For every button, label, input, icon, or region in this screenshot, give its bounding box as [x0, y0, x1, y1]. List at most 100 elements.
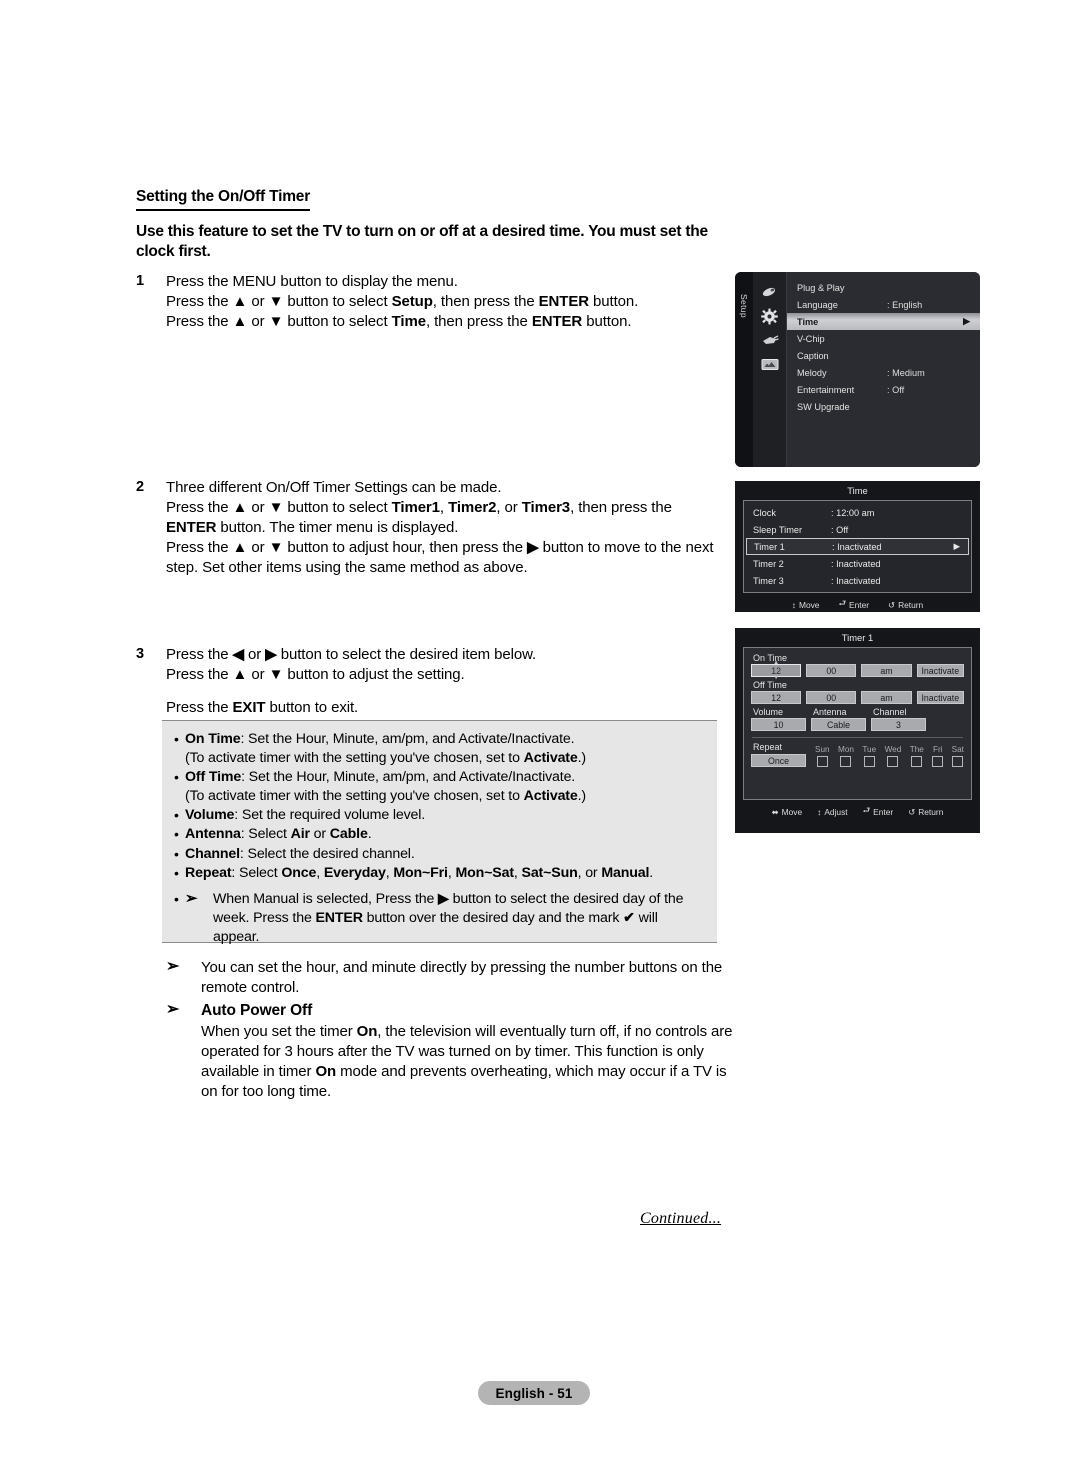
- osd-row-label: Timer 1: [754, 541, 785, 552]
- osd-row-timer-3[interactable]: Timer 3 : Inactivated: [744, 572, 971, 589]
- osd-footer-return: ↺ Return: [888, 600, 923, 610]
- osd-timer1-body: On Time ▲ 12 ▼ 00 am Inactivate Off Time…: [743, 647, 972, 800]
- chevron-right-icon: ▶: [963, 316, 970, 326]
- osd-footer-move: ⬌ Move: [772, 807, 803, 817]
- day-label: Wed: [884, 745, 902, 754]
- osd-row-caption[interactable]: Caption: [787, 347, 980, 364]
- enter-key-icon: ⮐: [862, 805, 871, 815]
- osd-row-language[interactable]: Language : English: [787, 296, 980, 313]
- off-time-hour-field[interactable]: 12: [751, 691, 802, 704]
- settings-description-box: • On Time: Set the Hour, Minute, am/pm, …: [162, 720, 717, 945]
- page-footer-badge: English - 51: [478, 1381, 590, 1405]
- on-time-ampm-field[interactable]: am: [861, 664, 912, 677]
- bullet-dot: •: [174, 864, 179, 881]
- step-line: Press the ▲ or ▼ button to adjust hour, …: [166, 538, 714, 576]
- osd-row-label: Melody: [797, 367, 827, 378]
- step-number: 3: [136, 646, 144, 662]
- osd-row-sleep-timer[interactable]: Sleep Timer : Off: [744, 521, 971, 538]
- osd-footer-move: ↕ Move: [792, 600, 820, 610]
- osd-row-label: Time: [797, 316, 819, 327]
- off-time-activate-field[interactable]: Inactivate: [916, 691, 965, 704]
- off-time-minute-field[interactable]: 00: [806, 691, 857, 704]
- return-arrow-icon: ↺: [888, 600, 896, 610]
- day-checkbox[interactable]: [911, 756, 923, 767]
- osd-footer-return: ↺ Return: [908, 807, 943, 817]
- plug-icon[interactable]: [753, 328, 786, 352]
- osd-footer-label: Move: [781, 807, 803, 817]
- bullet-off-time-sub: (To activate timer with the setting you'…: [185, 788, 586, 805]
- on-time-hour-field[interactable]: ▲ 12 ▼: [751, 660, 802, 681]
- day-fri: Fri: [932, 745, 944, 767]
- step-line: Press the ▲ or ▼ button to select Setup,…: [166, 292, 639, 310]
- bullet-dot: •: [174, 807, 179, 824]
- bullet-text: When Manual is selected, Press the ▶ but…: [213, 890, 684, 945]
- down-arrow-icon: ▼: [773, 675, 780, 681]
- day-checkbox[interactable]: [932, 756, 944, 767]
- hand-pointer-icon[interactable]: [753, 280, 786, 304]
- arrow-icon: ➢: [185, 889, 198, 907]
- bullet-dot: •: [174, 731, 179, 747]
- osd-row-time[interactable]: Time ▶: [787, 313, 980, 330]
- step-line: Press the ◀ or ▶ button to select the de…: [166, 646, 537, 663]
- step-number: 2: [136, 479, 144, 495]
- step-2: 2 Three different On/Off Timer Settings …: [136, 478, 726, 578]
- osd-row-value: : Inactivated: [831, 575, 881, 586]
- osd-row-plug-and-play[interactable]: Plug & Play: [787, 279, 980, 296]
- step-number: 1: [136, 273, 144, 289]
- on-time-minute-field[interactable]: 00: [806, 664, 857, 677]
- step-3: 3 Press the ◀ or ▶ button to select the …: [136, 645, 726, 718]
- osd-row-sw-upgrade[interactable]: SW Upgrade: [787, 398, 980, 415]
- osd-row-melody[interactable]: Melody : Medium: [787, 364, 980, 381]
- osd-row-value: : Inactivated: [832, 541, 882, 552]
- day-checkbox[interactable]: [952, 756, 964, 767]
- volume-label: Volume: [753, 707, 784, 717]
- bullet-dot: •: [174, 769, 179, 786]
- osd-row-label: V-Chip: [797, 333, 825, 344]
- leftright-arrow-icon: ⬌: [771, 807, 779, 817]
- bullet-text: Channel: Select the desired channel.: [185, 845, 415, 862]
- volume-field[interactable]: 10: [751, 718, 806, 731]
- osd-row-timer-1[interactable]: Timer 1 : Inactivated ▶: [746, 538, 969, 555]
- trio-labels: Volume Antenna Channel: [753, 707, 964, 717]
- gear-icon[interactable]: [753, 304, 786, 328]
- osd-time-footer: ↕ Move ⮐ Enter ↺ Return: [735, 596, 980, 614]
- osd-footer-adjust: ↕ Adjust: [817, 807, 847, 817]
- off-time-ampm-value: am: [880, 692, 893, 703]
- osd-row-timer-2[interactable]: Timer 2 : Inactivated: [744, 555, 971, 572]
- osd-row-v-chip[interactable]: V-Chip: [787, 330, 980, 347]
- repeat-field[interactable]: Once: [751, 754, 806, 767]
- day-label: Sat: [951, 745, 964, 754]
- step-line: Press the MENU button to display the men…: [166, 273, 458, 290]
- bullet-on-time-sub: (To activate timer with the setting you'…: [185, 750, 586, 767]
- osd-row-entertainment[interactable]: Entertainment : Off: [787, 381, 980, 398]
- antenna-label: Antenna: [813, 707, 847, 717]
- off-time-fields: 12 00 am Inactivate: [751, 691, 965, 704]
- page-number-label: English - 51: [495, 1385, 573, 1401]
- osd-footer-label: Return: [918, 807, 944, 817]
- arrow-icon: ➢: [166, 958, 180, 975]
- screen-icon[interactable]: [753, 352, 786, 376]
- step-1: 1 Press the MENU button to display the m…: [136, 272, 726, 332]
- updown-arrow-icon: ↕: [817, 807, 822, 817]
- osd-row-label: Timer 3: [753, 575, 784, 586]
- bullet-dot: •: [174, 826, 179, 843]
- bullet-dot: •: [174, 890, 179, 907]
- trio-fields: 10 Cable 3: [751, 718, 964, 731]
- day-checkbox[interactable]: [863, 756, 875, 767]
- bullet-text: Repeat: Select Once, Everyday, Mon~Fri, …: [185, 864, 654, 881]
- day-mon: Mon: [838, 745, 854, 767]
- channel-field[interactable]: 3: [871, 718, 926, 731]
- off-time-ampm-field[interactable]: am: [861, 691, 912, 704]
- volume-value: 10: [773, 719, 784, 730]
- osd-row-label: SW Upgrade: [797, 401, 850, 412]
- day-checkbox[interactable]: [816, 756, 828, 767]
- antenna-field[interactable]: Cable: [811, 718, 866, 731]
- osd-row-clock[interactable]: Clock : 12:00 am: [744, 504, 971, 521]
- on-time-activate-field[interactable]: Inactivate: [916, 664, 965, 677]
- bullet-text: On Time: Set the Hour, Minute, am/pm, an…: [185, 731, 575, 747]
- day-checkbox[interactable]: [887, 756, 899, 767]
- repeat-value: Once: [767, 755, 790, 766]
- osd-row-label: Sleep Timer: [753, 524, 803, 535]
- day-checkbox[interactable]: [840, 756, 852, 767]
- on-time-hour-value: 12: [771, 665, 781, 676]
